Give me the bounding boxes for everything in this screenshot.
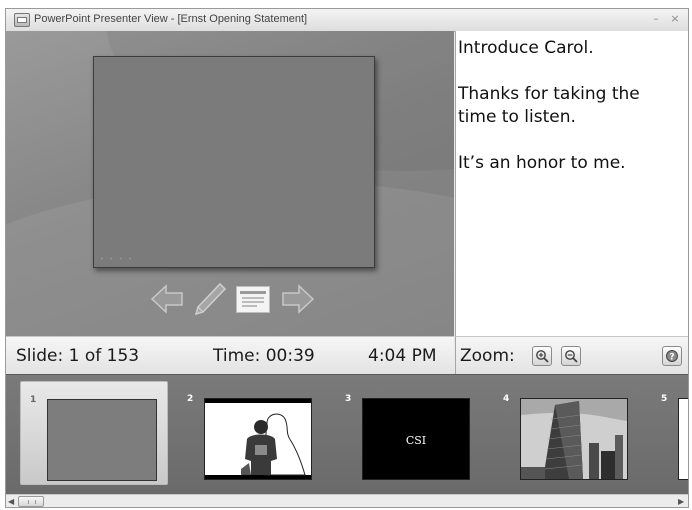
thumbnail-slide-4[interactable]: 4 xyxy=(494,381,642,485)
notes-line: It’s an honor to me. xyxy=(458,153,626,173)
thumbnail-slide-5[interactable]: 5 xyxy=(652,381,688,485)
thumbnail-caption: CSI xyxy=(405,434,427,447)
clock: 4:04 PM xyxy=(368,346,437,366)
pen-icon xyxy=(194,282,227,316)
thumbnail-image xyxy=(204,398,312,480)
next-arrow-icon xyxy=(282,284,315,314)
next-slide-button[interactable] xyxy=(280,281,316,317)
scroll-left-arrow[interactable]: ◀ xyxy=(8,497,14,507)
previous-arrow-icon xyxy=(150,284,183,314)
scroll-right-arrow[interactable]: ▶ xyxy=(678,497,684,507)
thumbnail-image xyxy=(678,398,688,480)
current-slide-preview[interactable]: • • • • xyxy=(93,56,375,268)
presenter-view-window: PowerPoint Presenter View - [Ernst Openi… xyxy=(5,8,689,508)
previous-slide-button[interactable] xyxy=(149,281,185,317)
slide-menu-icon xyxy=(236,286,270,313)
thumbnail-number: 5 xyxy=(661,394,668,404)
thumbnail-slide-3[interactable]: 3 CSI xyxy=(336,381,484,485)
slide-counter: Slide: 1 of 153 xyxy=(16,346,140,366)
thumbnail-scrollbar[interactable]: ◀ ▶ xyxy=(6,494,688,507)
help-icon: ? xyxy=(666,350,678,363)
zoom-bar: Zoom: ? xyxy=(455,336,688,374)
thumbnail-number: 1 xyxy=(30,395,37,405)
thumbnail-image: CSI xyxy=(362,398,470,480)
speaker-notes-text: Introduce Carol. Thanks for taking the t… xyxy=(458,37,683,198)
presenter-app-icon[interactable] xyxy=(14,13,30,27)
close-button[interactable]: × xyxy=(668,13,682,25)
slide-status-bar: Slide: 1 of 153 Time: 00:39 4:04 PM xyxy=(6,336,454,374)
thumbnail-image xyxy=(520,398,628,480)
thumbnail-slide-2[interactable]: 2 xyxy=(178,381,326,485)
building-photo-icon xyxy=(521,399,627,479)
slide-menu-button[interactable] xyxy=(235,281,271,317)
help-button[interactable]: ? xyxy=(662,346,682,366)
notes-line: Introduce Carol. xyxy=(458,38,594,58)
thumbnail-number: 3 xyxy=(345,394,352,404)
scroll-thumb[interactable] xyxy=(18,496,44,507)
notes-line: Thanks for taking the time to listen. xyxy=(458,84,640,127)
zoom-label: Zoom: xyxy=(460,346,515,366)
person-photo-icon xyxy=(205,399,311,479)
zoom-out-button[interactable] xyxy=(561,346,581,366)
zoom-out-icon xyxy=(565,350,578,363)
title-bar[interactable]: PowerPoint Presenter View - [Ernst Openi… xyxy=(6,9,688,32)
pen-tool-button[interactable] xyxy=(192,281,228,317)
slide-thumbnail-strip[interactable]: 1 2 3 CSI 4 5 xyxy=(6,374,688,495)
thumbnail-number: 4 xyxy=(503,394,510,404)
thumbnail-slide-1[interactable]: 1 xyxy=(20,381,168,485)
svg-text:?: ? xyxy=(669,353,674,363)
minimize-button[interactable]: – xyxy=(649,13,663,25)
zoom-in-button[interactable] xyxy=(532,346,552,366)
speaker-notes-pane[interactable]: Introduce Carol. Thanks for taking the t… xyxy=(455,31,688,336)
thumbnail-number: 2 xyxy=(187,394,194,404)
current-slide-area: • • • • xyxy=(6,31,454,336)
elapsed-time[interactable]: Time: 00:39 xyxy=(213,346,315,366)
slide-dots: • • • • xyxy=(100,256,134,263)
zoom-in-icon xyxy=(536,350,549,363)
thumbnail-image xyxy=(47,399,157,481)
window-title: PowerPoint Presenter View - [Ernst Openi… xyxy=(34,13,308,25)
